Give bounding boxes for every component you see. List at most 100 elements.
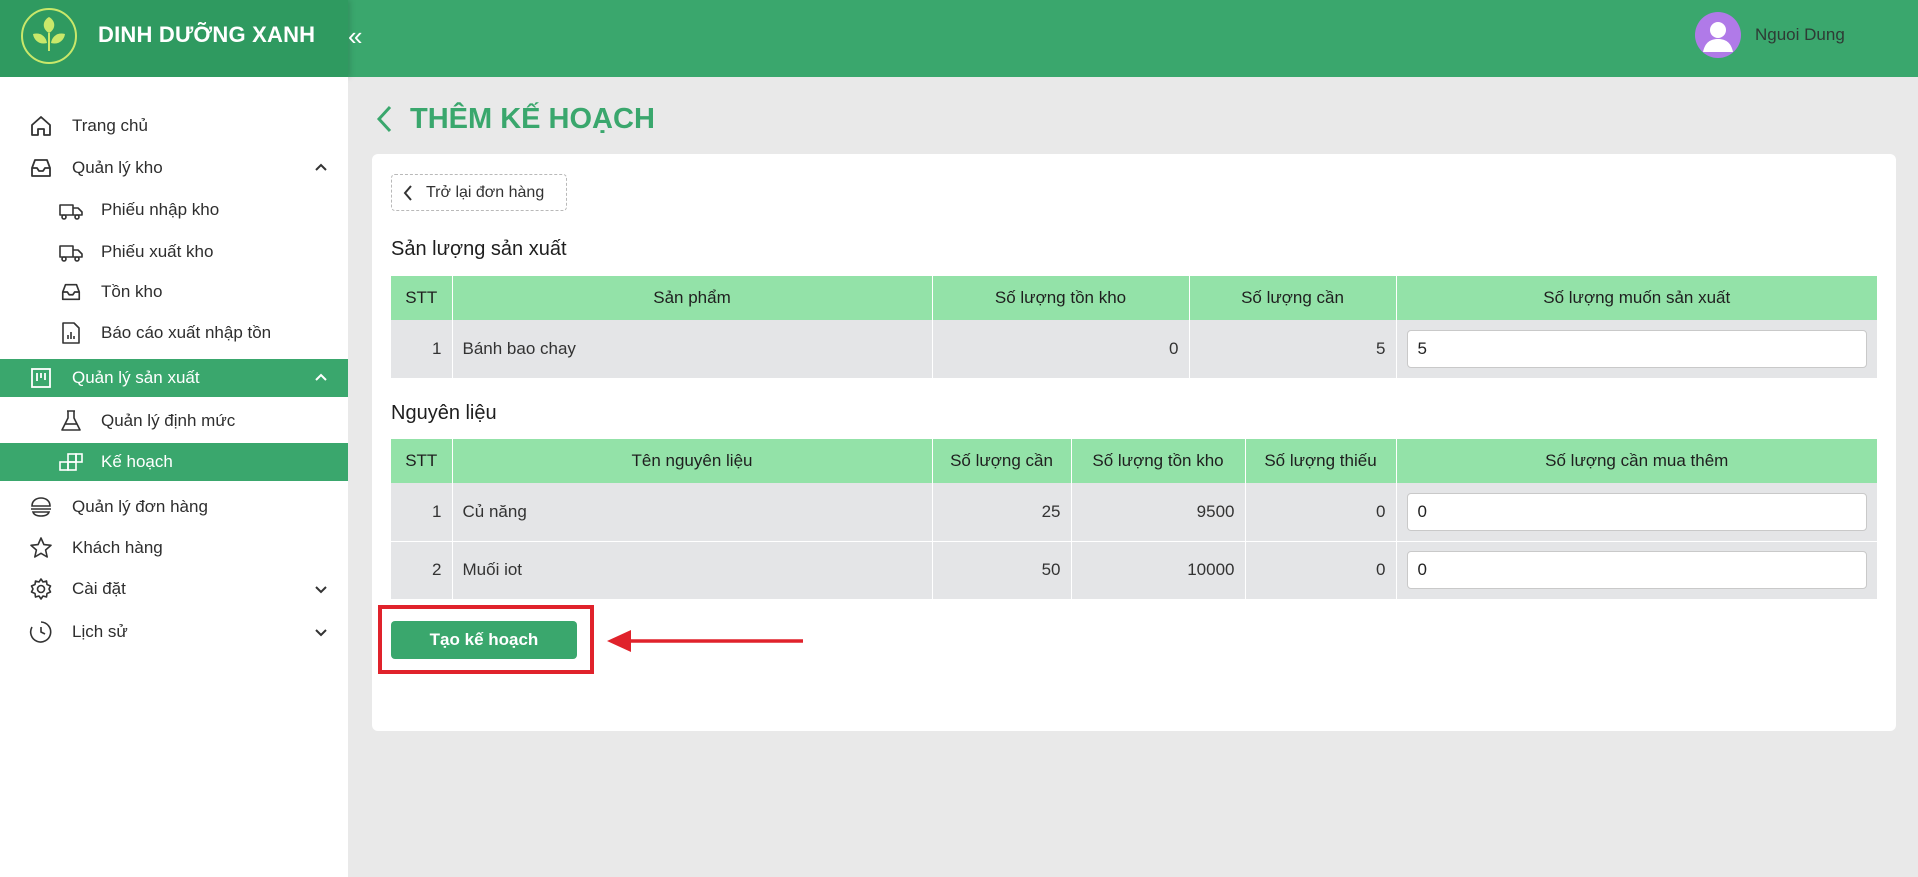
desired-quantity-input[interactable] bbox=[1406, 330, 1867, 368]
sidebar-item-label: Quản lý kho bbox=[72, 158, 163, 177]
column-header: Số lượng tồn kho bbox=[932, 276, 1190, 320]
inbox-icon bbox=[28, 155, 54, 181]
back-link-label: Trở lại đơn hàng bbox=[426, 183, 545, 201]
table-header-row: STT Tên nguyên liệu Số lượng cần Số lượn… bbox=[391, 439, 1877, 483]
cell-needed: 50 bbox=[932, 540, 1072, 599]
column-header: Số lượng cần bbox=[932, 439, 1072, 483]
chevron-up-icon bbox=[315, 373, 327, 381]
cell-needed: 5 bbox=[1189, 320, 1397, 378]
gear-icon bbox=[28, 576, 54, 602]
production-table: STT Sản phẩm Số lượng tồn kho Số lượng c… bbox=[391, 276, 1877, 378]
sidebar-item-production[interactable]: Quản lý sản xuất bbox=[0, 359, 348, 397]
cell-product: Bánh bao chay bbox=[452, 320, 933, 378]
collapse-sidebar-icon[interactable]: « bbox=[348, 18, 368, 54]
column-header: Số lượng cần mua thêm bbox=[1396, 439, 1877, 483]
column-header: Số lượng tồn kho bbox=[1071, 439, 1246, 483]
sidebar-item-history[interactable]: Lịch sử bbox=[0, 613, 348, 651]
truck-export-icon bbox=[58, 239, 84, 265]
chevron-left-icon bbox=[403, 184, 412, 201]
sidebar-item-label: Quản lý sản xuất bbox=[72, 368, 200, 387]
column-header: STT bbox=[391, 439, 453, 483]
cell-stt: 1 bbox=[391, 320, 453, 378]
sidebar-item-label: Quản lý định mức bbox=[101, 411, 236, 430]
brand-area: DINH DƯỠNG XANH bbox=[0, 0, 348, 77]
column-header: Số lượng cần bbox=[1189, 276, 1397, 320]
production-section-title: Sản lượng sản xuất bbox=[391, 238, 567, 260]
sidebar-item-import-slip[interactable]: Phiếu nhập kho bbox=[0, 191, 348, 229]
sidebar-item-report[interactable]: Báo cáo xuất nhập tồn bbox=[0, 314, 348, 352]
cell-stock: 10000 bbox=[1071, 540, 1246, 599]
chevron-up-icon bbox=[315, 163, 327, 171]
chevron-down-icon bbox=[315, 629, 327, 637]
cell-name: Củ năng bbox=[452, 483, 933, 541]
cell-name: Muối iot bbox=[452, 540, 933, 599]
blocks-icon bbox=[58, 449, 84, 475]
sidebar-item-settings[interactable]: Cài đặt bbox=[0, 570, 348, 608]
sidebar-item-label: Phiếu xuất kho bbox=[101, 242, 214, 261]
sidebar-item-plan[interactable]: Kế hoạch bbox=[0, 443, 348, 481]
top-header: DINH DƯỠNG XANH « Nguoi Dung bbox=[0, 0, 1918, 77]
back-chevron-icon[interactable] bbox=[374, 104, 396, 134]
brand-name: DINH DƯỠNG XANH bbox=[98, 22, 316, 47]
avatar bbox=[1695, 12, 1741, 58]
to-buy-quantity-input[interactable] bbox=[1406, 551, 1867, 590]
sidebar-item-inventory[interactable]: Tồn kho bbox=[0, 273, 348, 311]
sidebar-item-orders[interactable]: Quản lý đơn hàng bbox=[0, 488, 348, 526]
column-header: STT bbox=[391, 276, 453, 320]
sidebar-item-label: Khách hàng bbox=[72, 538, 163, 557]
sidebar-item-label: Kế hoạch bbox=[101, 452, 173, 471]
chevron-down-icon bbox=[315, 586, 327, 594]
user-icon bbox=[1703, 22, 1733, 52]
page-title-text: THÊM KẾ HOẠCH bbox=[410, 102, 655, 135]
cell-missing: 0 bbox=[1245, 540, 1397, 599]
sidebar-item-label: Cài đặt bbox=[72, 579, 126, 598]
truck-import-icon bbox=[58, 197, 84, 223]
table-row: 2 Muối iot 50 10000 0 bbox=[391, 540, 1877, 599]
flask-icon bbox=[58, 408, 84, 434]
materials-section-title: Nguyên liệu bbox=[391, 402, 497, 424]
sidebar-item-customers[interactable]: Khách hàng bbox=[0, 529, 348, 567]
cell-to-buy bbox=[1396, 540, 1877, 599]
sidebar-item-label: Quản lý đơn hàng bbox=[72, 497, 208, 516]
table-row: 1 Củ năng 25 9500 0 bbox=[391, 483, 1877, 541]
table-header-row: STT Sản phẩm Số lượng tồn kho Số lượng c… bbox=[391, 276, 1877, 320]
materials-table: STT Tên nguyên liệu Số lượng cần Số lượn… bbox=[391, 439, 1877, 599]
table-row: 1 Bánh bao chay 0 5 bbox=[391, 320, 1877, 378]
cell-needed: 25 bbox=[932, 483, 1072, 541]
user-menu[interactable]: Nguoi Dung bbox=[1695, 12, 1845, 58]
cell-stock: 0 bbox=[932, 320, 1190, 378]
cell-missing: 0 bbox=[1245, 483, 1397, 541]
user-name: Nguoi Dung bbox=[1755, 25, 1845, 44]
sidebar-item-label: Tồn kho bbox=[101, 282, 163, 301]
leaf-logo-icon bbox=[21, 8, 77, 64]
sidebar-item-warehouse[interactable]: Quản lý kho bbox=[0, 149, 348, 187]
cell-desired bbox=[1396, 320, 1877, 378]
cell-stt: 2 bbox=[391, 540, 453, 599]
clock-icon bbox=[28, 619, 54, 645]
sidebar-item-export-slip[interactable]: Phiếu xuất kho bbox=[0, 233, 348, 271]
sidebar-item-home[interactable]: Trang chủ bbox=[0, 107, 348, 145]
to-buy-quantity-input[interactable] bbox=[1406, 492, 1867, 531]
cell-stock: 9500 bbox=[1071, 483, 1246, 541]
column-header: Số lượng thiếu bbox=[1245, 439, 1397, 483]
box-icon bbox=[58, 279, 84, 305]
sidebar-item-label: Trang chủ bbox=[72, 116, 148, 135]
back-to-orders-button[interactable]: Trở lại đơn hàng bbox=[391, 174, 567, 211]
column-header: Số lượng muốn sản xuất bbox=[1396, 276, 1877, 320]
kanban-icon bbox=[28, 365, 54, 391]
annotation-arrow-icon bbox=[607, 630, 803, 652]
create-plan-button[interactable]: Tạo kế hoạch bbox=[391, 621, 577, 659]
sidebar-item-label: Phiếu nhập kho bbox=[101, 200, 220, 219]
sidebar-item-label: Báo cáo xuất nhập tồn bbox=[101, 323, 272, 342]
page-title: THÊM KẾ HOẠCH bbox=[374, 99, 655, 139]
report-icon bbox=[58, 320, 84, 346]
food-icon bbox=[28, 494, 54, 520]
sidebar-item-norms[interactable]: Quản lý định mức bbox=[0, 402, 348, 440]
cell-stt: 1 bbox=[391, 483, 453, 541]
star-icon bbox=[28, 535, 54, 561]
column-header: Sản phẩm bbox=[452, 276, 933, 320]
cell-to-buy bbox=[1396, 483, 1877, 541]
home-icon bbox=[28, 113, 54, 139]
column-header: Tên nguyên liệu bbox=[452, 439, 933, 483]
sidebar-item-label: Lịch sử bbox=[72, 622, 128, 641]
